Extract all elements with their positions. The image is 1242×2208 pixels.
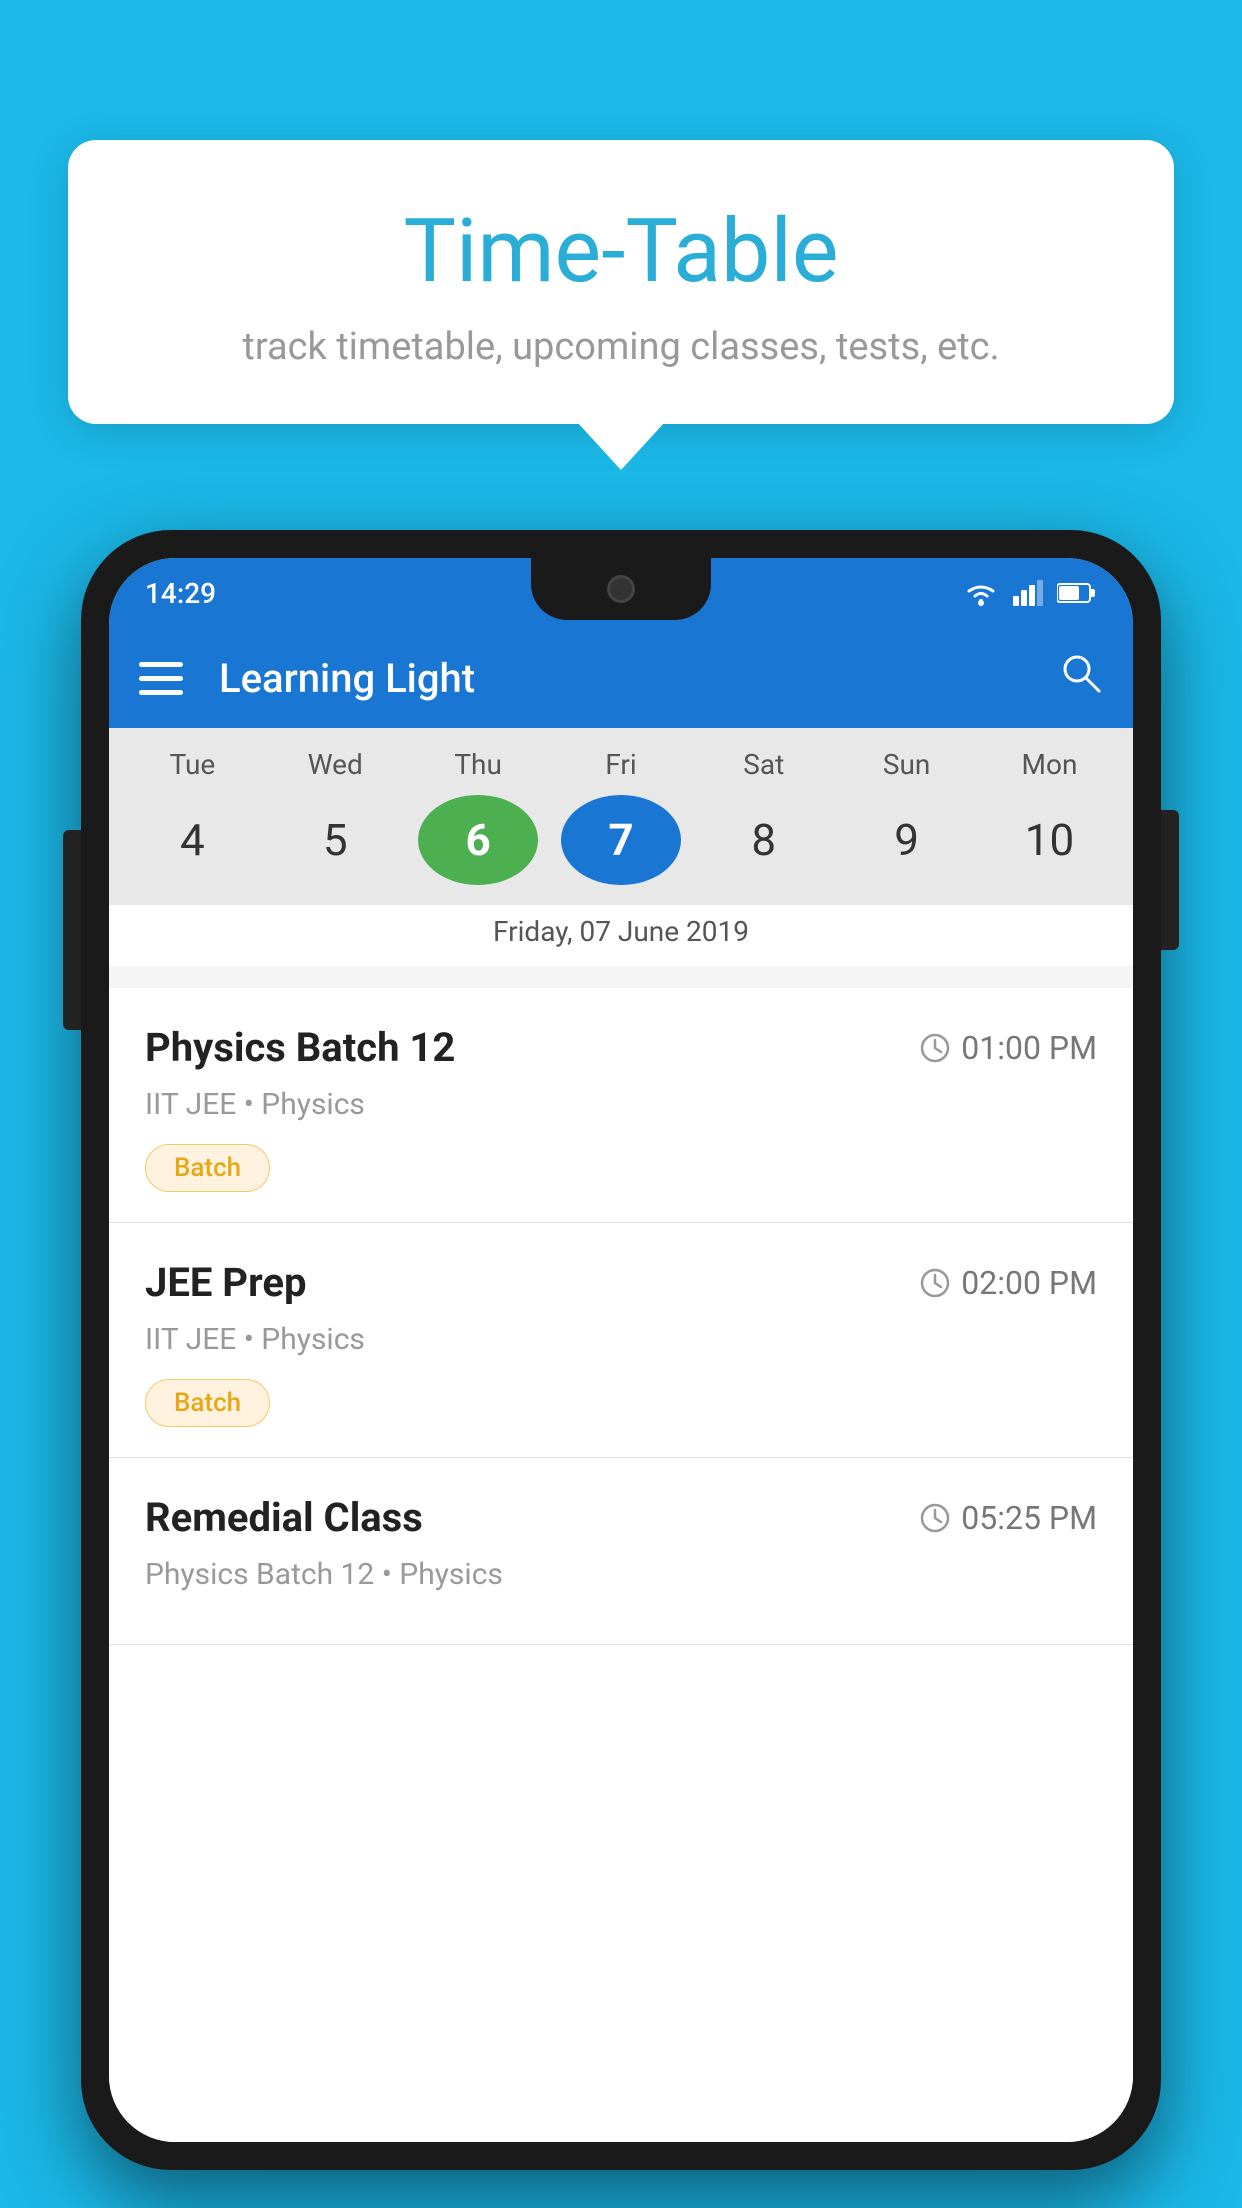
- hamburger-line-3: [139, 690, 183, 695]
- day-headers: Tue Wed Thu Fri Sat Sun Mon: [109, 748, 1133, 781]
- day-thu: Thu: [418, 748, 538, 781]
- app-title: Learning Light: [219, 655, 1059, 702]
- date-6-today[interactable]: 6: [418, 795, 538, 885]
- app-bar: Learning Light: [109, 628, 1133, 728]
- clock-icon-3: [919, 1502, 951, 1534]
- class-name-1: Physics Batch 12: [145, 1024, 455, 1071]
- tooltip-title: Time-Table: [128, 200, 1114, 303]
- day-mon: Mon: [989, 748, 1109, 781]
- batch-badge-1: Batch: [145, 1144, 270, 1192]
- camera: [607, 575, 635, 603]
- signal-icon: [1013, 580, 1043, 606]
- search-button[interactable]: [1059, 651, 1103, 705]
- tooltip-subtitle: track timetable, upcoming classes, tests…: [128, 325, 1114, 369]
- class-name-2: JEE Prep: [145, 1259, 306, 1306]
- class-meta-3: Physics Batch 12 • Physics: [145, 1557, 1097, 1592]
- date-7-selected[interactable]: 7: [561, 795, 681, 885]
- date-row: 4 5 6 7 8 9 10: [109, 795, 1133, 885]
- day-wed: Wed: [275, 748, 395, 781]
- calendar-strip: Tue Wed Thu Fri Sat Sun Mon 4 5 6 7 8 9 …: [109, 728, 1133, 966]
- date-8[interactable]: 8: [704, 795, 824, 885]
- class-meta-2: IIT JEE • Physics: [145, 1322, 1097, 1357]
- class-header-3: Remedial Class 05:25 PM: [145, 1494, 1097, 1541]
- class-header-1: Physics Batch 12 01:00 PM: [145, 1024, 1097, 1071]
- hamburger-line-1: [139, 662, 183, 667]
- date-4[interactable]: 4: [132, 795, 252, 885]
- batch-badge-2: Batch: [145, 1379, 270, 1427]
- wifi-icon: [963, 579, 999, 607]
- class-meta-1: IIT JEE • Physics: [145, 1087, 1097, 1122]
- status-time: 14:29: [145, 577, 216, 610]
- class-card-1[interactable]: Physics Batch 12 01:00 PM IIT JEE • Phys…: [109, 988, 1133, 1223]
- date-10[interactable]: 10: [989, 795, 1109, 885]
- phone-outer: 14:29: [81, 530, 1161, 2170]
- class-card-3[interactable]: Remedial Class 05:25 PM Physics Batch 12…: [109, 1458, 1133, 1645]
- day-tue: Tue: [132, 748, 252, 781]
- classes-list: Physics Batch 12 01:00 PM IIT JEE • Phys…: [109, 988, 1133, 2142]
- date-9[interactable]: 9: [847, 795, 967, 885]
- day-fri: Fri: [561, 748, 681, 781]
- clock-icon-2: [919, 1267, 951, 1299]
- day-sun: Sun: [847, 748, 967, 781]
- day-sat: Sat: [704, 748, 824, 781]
- class-time-1: 01:00 PM: [919, 1029, 1097, 1067]
- class-name-3: Remedial Class: [145, 1494, 423, 1541]
- hamburger-menu-button[interactable]: [139, 662, 183, 695]
- class-time-3: 05:25 PM: [919, 1499, 1097, 1537]
- hamburger-line-2: [139, 676, 183, 681]
- phone-mockup: 14:29: [81, 530, 1161, 2170]
- phone-notch: [531, 558, 711, 620]
- selected-date-label: Friday, 07 June 2019: [109, 905, 1133, 966]
- class-header-2: JEE Prep 02:00 PM: [145, 1259, 1097, 1306]
- tooltip-card: Time-Table track timetable, upcoming cla…: [68, 140, 1174, 424]
- phone-screen: 14:29: [109, 558, 1133, 2142]
- battery-icon: [1057, 582, 1097, 604]
- date-5[interactable]: 5: [275, 795, 395, 885]
- class-time-2: 02:00 PM: [919, 1264, 1097, 1302]
- clock-icon-1: [919, 1032, 951, 1064]
- status-icons: [963, 579, 1097, 607]
- class-card-2[interactable]: JEE Prep 02:00 PM IIT JEE • Physics Batc…: [109, 1223, 1133, 1458]
